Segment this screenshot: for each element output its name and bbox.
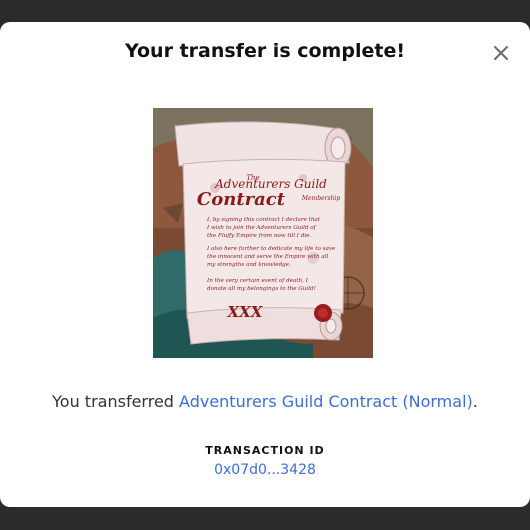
scroll-line: the innocent and serve the Empire with a… bbox=[207, 254, 329, 260]
transfer-complete-modal: Your transfer is complete! The Adventure… bbox=[0, 22, 530, 507]
nft-name-link[interactable]: Adventurers Guild Contract (Normal) bbox=[179, 392, 473, 411]
modal-title: Your transfer is complete! bbox=[124, 40, 405, 62]
scroll-line: I wish to join the Adventurers Guild of bbox=[206, 225, 317, 231]
transfer-message-prefix: You transferred bbox=[52, 392, 180, 411]
close-icon[interactable] bbox=[490, 42, 512, 64]
nft-image: The Adventurers Guild Contract Membershi… bbox=[153, 108, 373, 358]
transaction-id-label: TRANSACTION ID bbox=[205, 444, 325, 457]
scroll-line: I also here further to dedicate my life … bbox=[206, 246, 336, 252]
scroll-heading-contract: Contract bbox=[197, 189, 286, 210]
scroll-line: In the very certain event of death, I bbox=[206, 278, 309, 284]
scroll-line: the Fluffy Empire from now till I die. bbox=[207, 233, 311, 239]
transaction-id-container: 0x07d0...3428 bbox=[0, 462, 530, 478]
scroll-line: my strengths and knowledge. bbox=[207, 262, 291, 268]
scroll-line: donate all my belongings to the Guild! bbox=[207, 286, 316, 292]
scroll-signature: XXX bbox=[227, 303, 264, 321]
scroll-heading-membership: Membership bbox=[301, 195, 341, 202]
transaction-id-link[interactable]: 0x07d0...3428 bbox=[214, 462, 316, 478]
transfer-message: You transferred Adventurers Guild Contra… bbox=[0, 392, 530, 411]
transfer-message-suffix: . bbox=[472, 392, 478, 411]
scroll-line: I, by signing this contract I declare th… bbox=[206, 217, 321, 223]
